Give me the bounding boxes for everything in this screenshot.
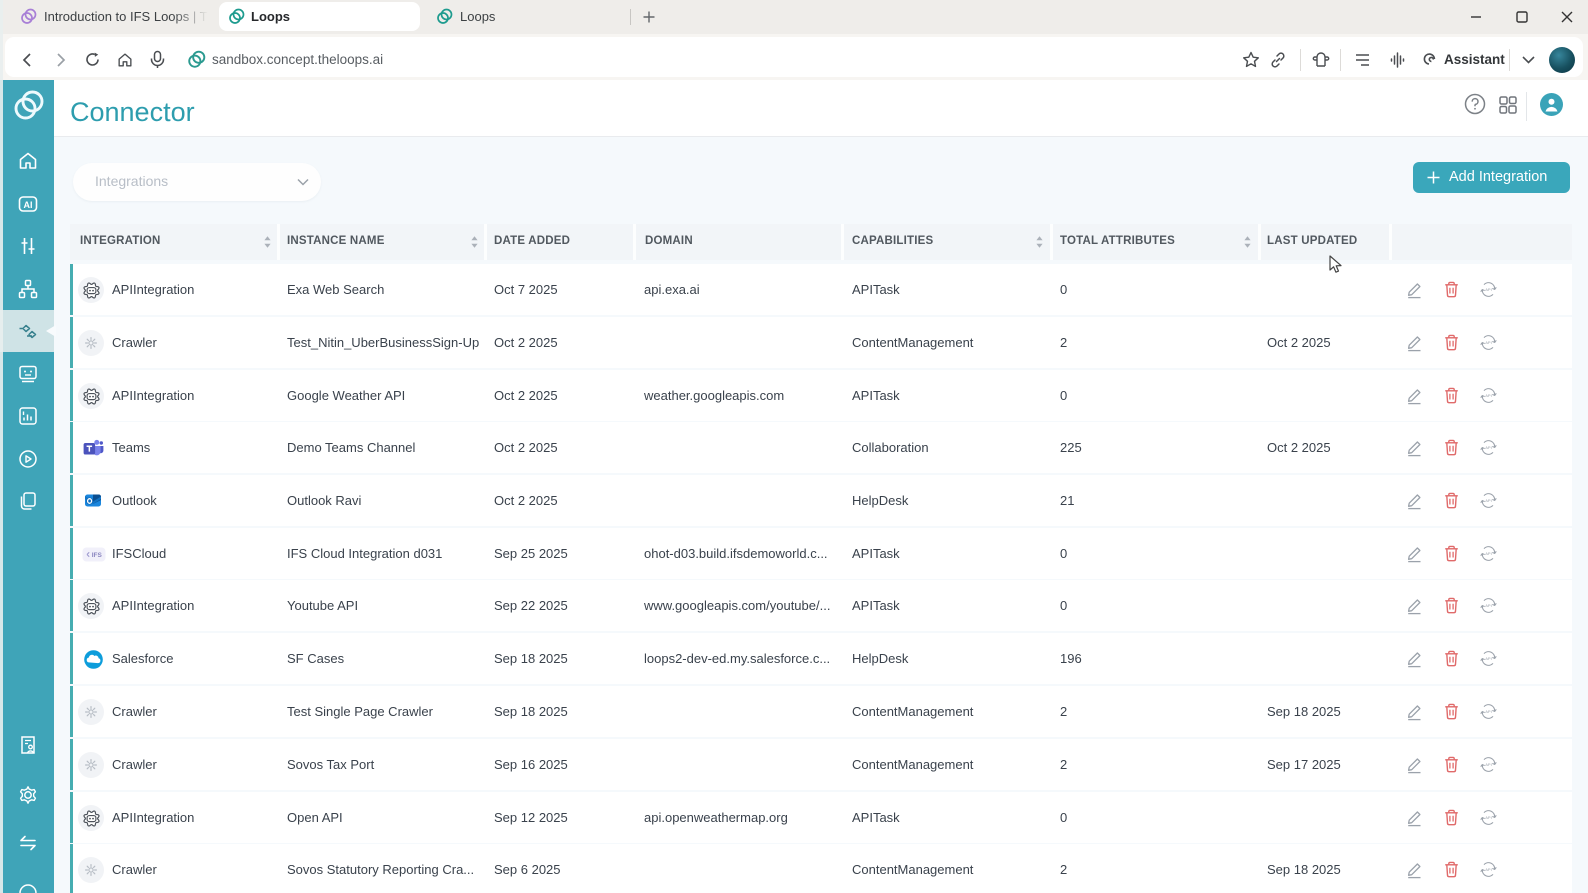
svg-text:API: API [1485,656,1491,661]
svg-text:API: API [1485,815,1491,820]
svg-text:API: API [1485,603,1491,608]
svg-text:API: API [1485,445,1491,450]
svg-text:API: API [1485,709,1491,714]
svg-text:AI: AI [24,200,33,210]
svg-text:API: API [1485,498,1491,503]
svg-text:API: API [1485,867,1491,872]
svg-text:IFS: IFS [92,552,103,559]
svg-text:API: API [1485,340,1491,345]
svg-text:API: API [1485,551,1491,556]
svg-text:API: API [1485,393,1491,398]
svg-text:API: API [1485,762,1491,767]
svg-text:API: API [1485,287,1491,292]
